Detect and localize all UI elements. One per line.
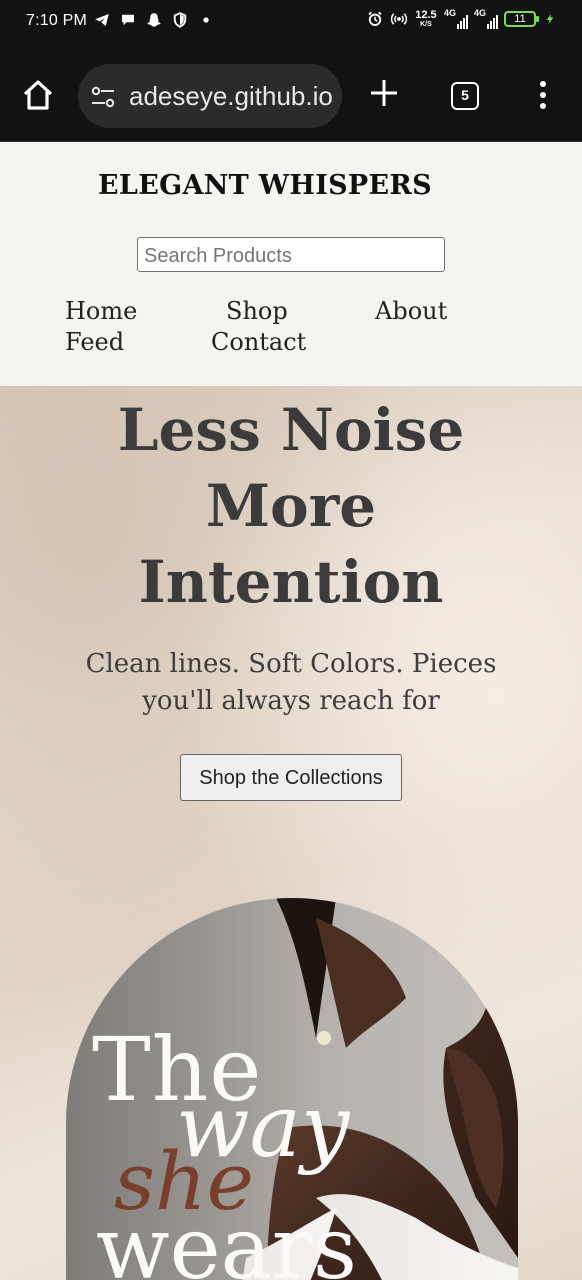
net-speed-value: 12.5 bbox=[415, 8, 437, 21]
browser-toolbar: adeseye.github.io 5 bbox=[0, 44, 582, 142]
image-word-wears: wears bbox=[96, 1199, 358, 1280]
hero-subtitle: Clean lines. Soft Colors. Pieces you'll … bbox=[0, 646, 582, 720]
status-time: 7:10 PM bbox=[26, 12, 87, 29]
hero-heading-line: More bbox=[205, 472, 377, 540]
speed-indicator: 12.5 K/S bbox=[414, 8, 438, 29]
status-left-icons bbox=[93, 11, 215, 29]
home-icon[interactable] bbox=[20, 77, 56, 113]
status-right-icons: 12.5 K/S 4G 4G 11 bbox=[366, 9, 556, 29]
shield-icon bbox=[173, 12, 187, 28]
plus-icon[interactable] bbox=[368, 77, 400, 109]
hero-image: The way she wears bbox=[66, 898, 518, 1280]
shop-collections-button[interactable]: Shop the Collections bbox=[180, 754, 402, 801]
tune-icon[interactable] bbox=[90, 84, 116, 110]
more-vert-icon[interactable] bbox=[536, 80, 550, 110]
hotspot-icon bbox=[390, 13, 408, 25]
hero-section: Less Noise More Intention Clean lines. S… bbox=[0, 386, 582, 1280]
hero-subtitle-line: you'll always reach for bbox=[142, 686, 440, 716]
status-bar: 7:10 PM 12.5 K/S 4G 4G 11 bbox=[0, 0, 582, 44]
net-speed-unit: K/S bbox=[420, 20, 432, 28]
chat-icon bbox=[122, 14, 134, 26]
tabs-icon[interactable]: 5 bbox=[451, 82, 479, 110]
charging-icon bbox=[546, 14, 554, 24]
search-input[interactable] bbox=[137, 237, 445, 272]
nav-contact[interactable]: Contact bbox=[211, 328, 306, 356]
telegram-icon bbox=[95, 14, 109, 26]
url-text: adeseye.github.io bbox=[129, 81, 333, 111]
nav-shop[interactable]: Shop bbox=[226, 297, 288, 325]
alarm-icon bbox=[368, 11, 382, 26]
hero-heading: Less Noise More Intention bbox=[0, 392, 582, 620]
signal-4g-icon: 4G bbox=[474, 9, 498, 29]
signal-4g-icon: 4G bbox=[444, 9, 468, 29]
nav-home[interactable]: Home bbox=[65, 297, 137, 325]
snapchat-icon bbox=[147, 13, 161, 27]
battery-icon: 11 bbox=[504, 11, 539, 27]
network-type-label: 4G bbox=[443, 8, 456, 18]
address-bar[interactable]: adeseye.github.io bbox=[78, 64, 342, 128]
hero-heading-line: Intention bbox=[138, 548, 444, 616]
site-title[interactable]: ELEGANT WHISPERS bbox=[0, 170, 530, 201]
nav-feed[interactable]: Feed bbox=[65, 328, 124, 356]
site-header: ELEGANT WHISPERS Home Shop About Feed Co… bbox=[0, 142, 582, 386]
hero-subtitle-line: Clean lines. Soft Colors. Pieces bbox=[85, 649, 497, 679]
network-type-label: 4G bbox=[473, 8, 486, 18]
dot-icon bbox=[203, 17, 209, 23]
nav-about[interactable]: About bbox=[375, 297, 447, 325]
hero-heading-line: Less Noise bbox=[117, 396, 465, 464]
